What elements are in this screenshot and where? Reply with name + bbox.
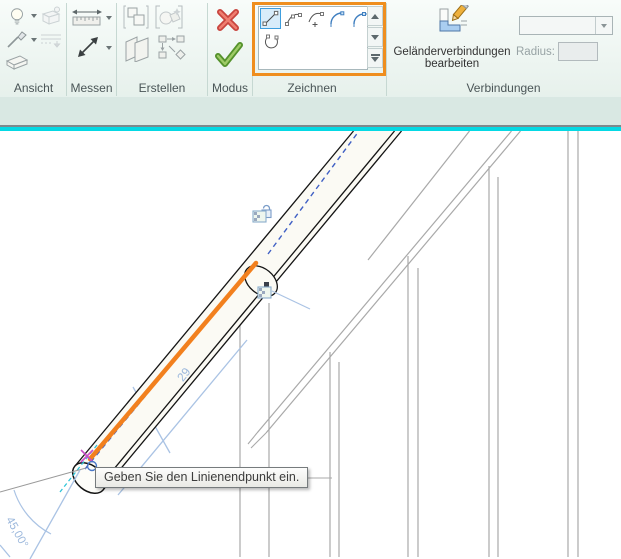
measure-ruler-button[interactable] — [70, 8, 104, 28]
bracket-sparkle-icon — [153, 4, 185, 30]
combobox-dropdown-button[interactable] — [595, 17, 612, 34]
dropdown-caret-icon[interactable] — [31, 38, 37, 42]
padlock-constraint-icon[interactable] — [253, 206, 271, 223]
dropdown-caret-icon[interactable] — [106, 16, 112, 20]
measure-diagonal-button[interactable] — [74, 33, 102, 61]
brush-icon — [6, 31, 28, 49]
panel-label-ansicht: Ansicht — [1, 80, 66, 96]
wall-panels-icon — [122, 34, 154, 62]
ribbon-lower-strip — [0, 97, 621, 125]
angle-dimension[interactable]: 45,00° — [0, 468, 86, 559]
default-3d-view-button-disabled — [39, 5, 63, 27]
selected-reference-highlight[interactable] — [0, 127, 621, 131]
view-cube-icon — [39, 5, 63, 27]
panel-label-erstellen: Erstellen — [117, 80, 207, 96]
create-similar-button[interactable] — [153, 4, 185, 30]
boxes-set-icon — [122, 4, 150, 30]
panel-label-verbindungen: Verbindungen — [387, 80, 620, 96]
status-tooltip: Geben Sie den Linienendpunkt ein. — [95, 467, 308, 488]
create-diagram-button[interactable] — [157, 34, 187, 62]
dropdown-caret-icon[interactable] — [31, 14, 37, 18]
edit-rail-joins-label: Geländerverbindungen bearbeiten — [388, 46, 516, 70]
padlock-constraint-icon[interactable] — [258, 282, 310, 309]
stair-background-lines — [240, 131, 578, 557]
extrusion-box-icon — [4, 52, 30, 72]
solid-box-button[interactable] — [4, 52, 30, 72]
highlight-box-zeichnen — [252, 2, 386, 76]
thin-lines-brush-button[interactable] — [6, 31, 28, 49]
panel-label-messen: Messen — [67, 80, 116, 96]
radius-input[interactable] — [558, 42, 598, 61]
diagonal-arrow-icon — [74, 33, 102, 61]
rail-join-pencil-icon — [435, 5, 469, 45]
ruler-arrows-icon — [70, 8, 104, 28]
handrail-tube — [67, 131, 402, 499]
visibility-lightbulb-button[interactable] — [6, 6, 28, 28]
edit-rail-joins-button[interactable]: Geländerverbindungen bearbeiten — [388, 3, 516, 75]
create-set-button[interactable] — [122, 4, 150, 30]
red-x-icon — [214, 6, 242, 34]
cancel-sketch-button[interactable] — [214, 6, 242, 34]
panel-label-modus: Modus — [208, 80, 252, 96]
angle-dimension-label: 45,00° — [3, 515, 30, 550]
ribbon: Ansicht Messen — [0, 0, 621, 125]
flow-diagram-icon — [157, 34, 187, 62]
green-check-icon — [214, 41, 244, 69]
radius-label: Radius: — [516, 46, 555, 58]
underlay-lines-button-disabled — [39, 31, 63, 49]
create-panels-button[interactable] — [122, 34, 154, 62]
finish-sketch-button[interactable] — [214, 41, 244, 69]
joint-type-combobox[interactable] — [519, 16, 613, 35]
dropdown-caret-icon — [601, 24, 607, 28]
dropdown-caret-icon[interactable] — [106, 46, 112, 50]
lightbulb-icon — [6, 6, 28, 28]
underlay-lines-icon — [39, 31, 63, 49]
panel-label-zeichnen: Zeichnen — [253, 80, 371, 96]
